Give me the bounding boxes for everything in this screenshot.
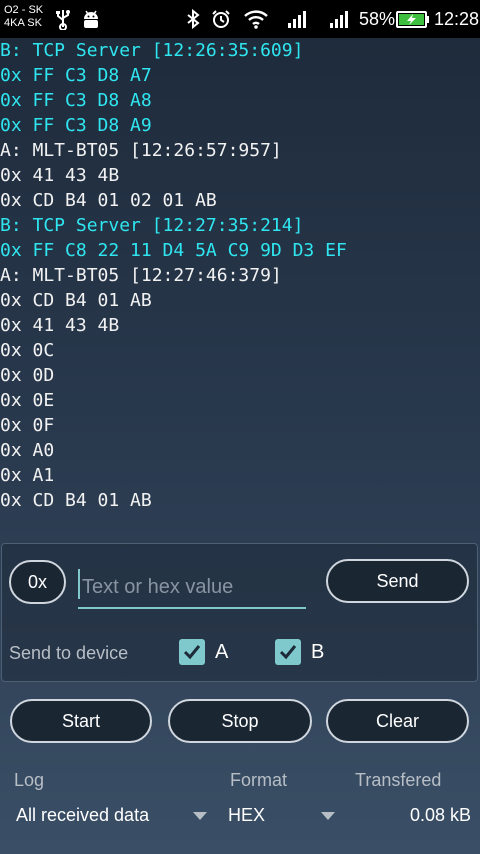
checkmark-icon	[279, 645, 297, 660]
log-data-line: 0x FF C3 D8 A8	[0, 90, 152, 111]
status-bar: O2 - SK 4KA SK 58% 12:28	[0, 0, 480, 38]
device-a-label: A	[215, 641, 229, 663]
stop-button[interactable]: Stop	[168, 699, 312, 743]
log-data-line: 0x 41 43 4B	[0, 315, 120, 336]
log-data-line: 0x FF C3 D8 A7	[0, 65, 152, 86]
log-source-line: B: TCP Server [12:27:35:214]	[0, 215, 304, 236]
log-data-line: 0x 0D	[0, 365, 55, 386]
log-data-line: 0x FF C3 D8 A9	[0, 115, 152, 136]
signal-icon-2	[330, 11, 348, 28]
android-debug-icon	[84, 10, 98, 28]
carrier-1: O2 - SK	[4, 4, 44, 16]
log-data-line: 0x FF C8 22 11 D4 5A C9 9D D3 EF	[0, 240, 347, 261]
start-button[interactable]: Start	[10, 699, 152, 743]
log-data-line: 0x CD B4 01 02 01 AB	[0, 190, 217, 211]
message-input[interactable]	[80, 571, 304, 603]
battery-percent: 58%	[359, 9, 396, 29]
checkmark-icon	[183, 645, 201, 660]
battery-charging-icon	[396, 11, 429, 28]
message-input-field[interactable]	[78, 565, 306, 609]
device-b-checkbox[interactable]	[275, 639, 301, 665]
format-header: Format	[230, 770, 288, 790]
clock: 12:28	[434, 9, 480, 29]
log-header: Log	[14, 770, 45, 790]
device-b-label: B	[311, 641, 325, 663]
log-data-line: 0x 0F	[0, 415, 55, 436]
log-source-line: A: MLT-BT05 [12:27:46:379]	[0, 265, 282, 286]
signal-icon-1	[288, 11, 306, 28]
log-source-line: A: MLT-BT05 [12:26:57:957]	[0, 140, 282, 161]
dropdown-arrow-icon	[193, 812, 207, 820]
send-to-device-label: Send to device	[9, 643, 129, 663]
log-data-line: 0x CD B4 01 AB	[0, 290, 152, 311]
alarm-icon	[212, 10, 230, 28]
bluetooth-icon	[187, 8, 200, 30]
log-data-line: 0x 0C	[0, 340, 55, 361]
log-data-line: 0x CD B4 01 AB	[0, 490, 152, 511]
wifi-icon	[244, 10, 268, 29]
send-button[interactable]: Send	[326, 559, 469, 603]
log-data-line: 0x 41 43 4B	[0, 165, 120, 186]
log-data-line: 0x A0	[0, 440, 55, 461]
device-a-checkbox[interactable]	[179, 639, 205, 665]
hex-prefix-toggle[interactable]: 0x	[9, 560, 66, 604]
log-source-line: B: TCP Server [12:26:35:609]	[0, 40, 304, 61]
usb-icon	[56, 10, 70, 30]
transferred-value: 0.08 kB	[410, 805, 472, 825]
log-filter-value: All received data	[16, 805, 150, 825]
dropdown-arrow-icon	[321, 812, 335, 820]
carrier-info: O2 - SK 4KA SK	[4, 4, 43, 30]
clear-button[interactable]: Clear	[326, 699, 469, 743]
log-data-line: 0x 0E	[0, 390, 55, 411]
log-output[interactable]: B: TCP Server [12:26:35:609] 0x FF C3 D8 …	[0, 38, 480, 538]
format-value: HEX	[228, 805, 266, 825]
transferred-header: Transfered	[355, 770, 442, 790]
carrier-2: 4KA SK	[4, 17, 42, 29]
log-data-line: 0x A1	[0, 465, 55, 486]
